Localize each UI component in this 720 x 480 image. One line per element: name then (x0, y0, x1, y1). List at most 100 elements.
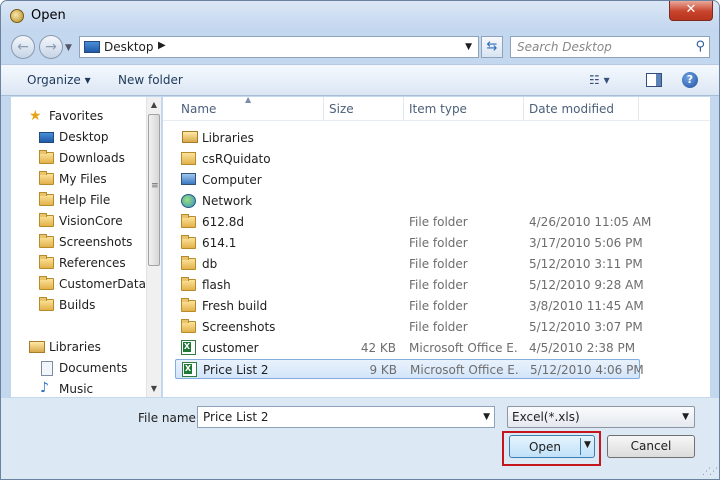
forward-arrow-icon: → (45, 39, 57, 55)
sidebar-item-favorites[interactable]: ★ Favorites (11, 106, 145, 126)
file-size: 9 KB (369, 363, 397, 377)
sidebar-item-libraries[interactable]: Libraries (11, 337, 145, 357)
recent-locations-dropdown[interactable]: ▼ (65, 43, 72, 53)
file-type: File folder (409, 278, 468, 292)
table-row[interactable]: 614.1 File folder 3/17/2010 5:06 PM (175, 233, 643, 253)
file-type: File folder (409, 320, 468, 334)
file-type: Microsoft Office E... (409, 341, 519, 355)
chevron-down-icon[interactable]: ▼ (584, 440, 591, 450)
file-date: 5/12/2010 3:11 PM (529, 257, 643, 271)
column-divider[interactable] (323, 97, 324, 121)
sidebar-item-builds[interactable]: Builds (11, 295, 145, 315)
file-name: Libraries (202, 131, 254, 145)
excel-icon (181, 340, 196, 355)
sidebar-item-help-file[interactable]: Help File (11, 190, 145, 210)
change-view-button[interactable]: ☷ ▾ (589, 73, 610, 87)
navigation-pane: ★ Favorites Desktop Downloads My Files H… (11, 97, 161, 397)
column-divider[interactable] (638, 97, 639, 121)
folder-icon (181, 319, 196, 333)
music-note-icon: ♪ (40, 380, 49, 396)
chevron-right-icon[interactable]: ▶ (158, 40, 166, 51)
column-divider[interactable] (523, 97, 524, 121)
table-row[interactable]: Screenshots File folder 5/12/2010 3:07 P… (175, 317, 643, 337)
computer-icon (181, 173, 196, 185)
folder-icon (39, 213, 54, 227)
search-icon[interactable]: ⚲ (695, 39, 705, 54)
column-date-modified[interactable]: Date modified (529, 102, 614, 116)
sidebar-item-label: Music (59, 382, 94, 396)
table-row[interactable]: 612.8d File folder 4/26/2010 11:05 AM (175, 212, 651, 232)
title-bar: Open ✕ (1, 1, 719, 31)
forward-button[interactable]: → (39, 35, 63, 59)
resize-grip-icon[interactable]: ⋰⋰ (702, 467, 718, 477)
back-arrow-icon: ← (17, 39, 29, 55)
file-name: Screenshots (202, 320, 276, 334)
file-name-field[interactable]: Price List 2 ▼ (197, 406, 495, 428)
table-row-selected[interactable]: Price List 2 9 KB Microsoft Office E... … (175, 359, 644, 379)
scroll-down-icon[interactable]: ▼ (147, 381, 161, 397)
sidebar-item-references[interactable]: References (11, 253, 145, 273)
table-row[interactable]: db File folder 5/12/2010 3:11 PM (175, 254, 643, 274)
list-item[interactable]: csRQuidato (175, 149, 640, 169)
search-box[interactable]: ⚲ (510, 36, 710, 58)
table-row[interactable]: Fresh build File folder 3/8/2010 11:45 A… (175, 296, 644, 316)
sidebar-item-label: Documents (59, 361, 128, 375)
column-item-type[interactable]: Item type (409, 102, 467, 116)
file-name-value[interactable]: Price List 2 (203, 410, 269, 424)
libraries-icon (29, 341, 45, 353)
file-type-select[interactable]: Excel(*.xls) ▼ (507, 406, 695, 428)
sidebar-item-label: Help File (59, 193, 111, 207)
chevron-down-icon[interactable]: ▼ (483, 412, 490, 422)
refresh-button[interactable]: ⇆ (481, 36, 503, 58)
navigation-scrollbar[interactable]: ▲ ▼ (146, 97, 161, 397)
preview-pane-icon[interactable] (646, 73, 662, 87)
scrollbar-thumb[interactable] (148, 114, 160, 266)
file-type: File folder (409, 299, 468, 313)
sidebar-item-music[interactable]: ♪ Music (11, 379, 145, 397)
sidebar-item-label: References (59, 256, 126, 270)
views-icon: ☷ (589, 73, 600, 87)
folder-icon (39, 171, 54, 185)
column-divider[interactable] (403, 97, 404, 121)
scroll-up-icon[interactable]: ▲ (147, 97, 161, 113)
file-name: csRQuidato (202, 152, 271, 166)
file-date: 4/5/2010 2:38 PM (529, 341, 636, 355)
column-size[interactable]: Size (329, 102, 354, 116)
sidebar-item-label: Favorites (49, 109, 104, 123)
table-row[interactable]: customer 42 KB Microsoft Office E... 4/5… (175, 338, 640, 358)
address-bar[interactable]: Desktop ▶ ▼ (79, 36, 479, 58)
file-date: 5/12/2010 3:07 PM (529, 320, 643, 334)
file-name: 612.8d (202, 215, 244, 229)
address-dropdown-icon[interactable]: ▼ (465, 42, 472, 52)
sidebar-item-documents[interactable]: Documents (11, 358, 145, 378)
list-item[interactable]: Computer (175, 170, 640, 190)
file-date: 5/12/2010 9:28 AM (529, 278, 644, 292)
new-folder-button[interactable]: New folder (118, 73, 183, 87)
sidebar-item-customerdata[interactable]: CustomerDatafi (11, 274, 145, 294)
file-name: Network (202, 194, 253, 208)
sidebar-item-my-files[interactable]: My Files (11, 169, 145, 189)
file-date: 3/17/2010 5:06 PM (529, 236, 643, 250)
close-button[interactable]: ✕ (669, 1, 713, 21)
organize-button[interactable]: Organize ▾ (27, 73, 91, 87)
list-item[interactable]: Libraries (175, 128, 640, 148)
help-icon[interactable]: ? (682, 72, 698, 88)
back-button[interactable]: ← (11, 35, 35, 59)
file-type-value: Excel(*.xls) (512, 410, 580, 424)
sidebar-item-visioncore[interactable]: VisionCore (11, 211, 145, 231)
file-date: 4/26/2010 11:05 AM (529, 215, 652, 229)
file-date: 5/12/2010 4:06 PM (530, 363, 644, 377)
cancel-button[interactable]: Cancel (607, 435, 695, 458)
file-type: File folder (409, 257, 468, 271)
table-row[interactable]: flash File folder 5/12/2010 9:28 AM (175, 275, 644, 295)
command-bar: Organize ▾ New folder ☷ ▾ ? (1, 64, 719, 96)
column-name[interactable]: Name (181, 102, 216, 116)
sidebar-item-screenshots[interactable]: Screenshots (11, 232, 145, 252)
list-item[interactable]: Network (175, 191, 640, 211)
address-location[interactable]: Desktop (104, 40, 154, 54)
search-input[interactable] (511, 37, 687, 57)
sidebar-item-desktop[interactable]: Desktop (11, 127, 145, 147)
sidebar-item-downloads[interactable]: Downloads (11, 148, 145, 168)
chevron-down-icon[interactable]: ▼ (682, 412, 689, 422)
open-button[interactable]: Open ▼ (509, 435, 595, 458)
